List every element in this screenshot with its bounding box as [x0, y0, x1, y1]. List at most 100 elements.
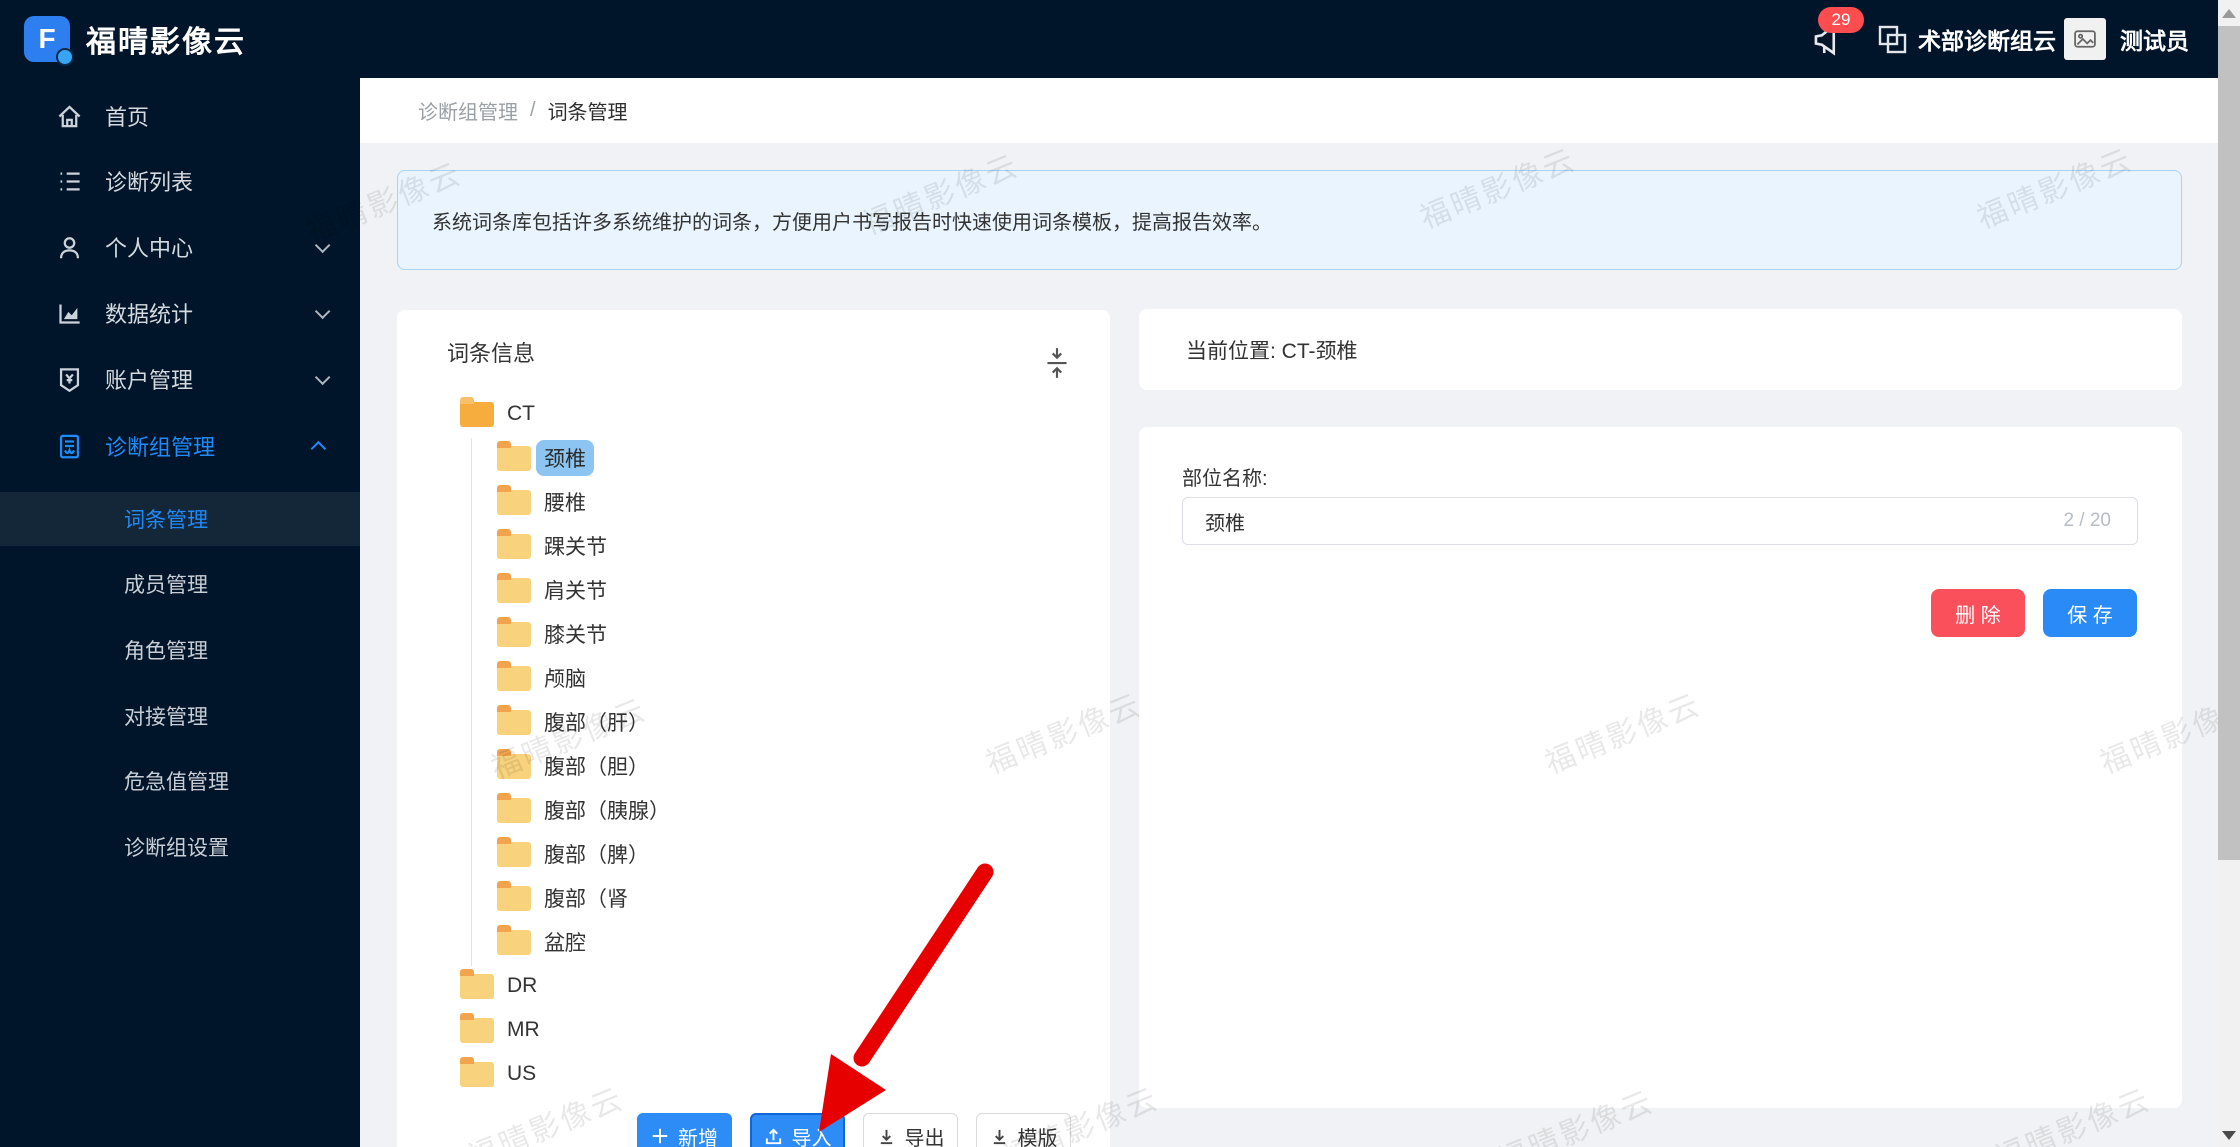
sidebar-subitem-member-management[interactable]: 成员管理 [0, 557, 360, 611]
current-location-text: 当前位置: CT-颈椎 [1186, 339, 1358, 363]
tree-node-label: 腹部（脾） [544, 844, 649, 867]
avatar-image-icon [2074, 30, 2096, 48]
breadcrumb-current: 词条管理 [547, 102, 628, 124]
tree-node-label: 腹部（肝） [544, 712, 649, 735]
folder-icon [497, 880, 531, 911]
sidebar-item-home[interactable]: 首页 [0, 83, 360, 149]
tree-node-abdomen-gallbladder[interactable]: 腹部（胆） [397, 746, 1110, 786]
tree-node-us[interactable]: US [397, 1054, 1110, 1094]
folder-icon [497, 748, 531, 779]
download-icon [880, 1129, 892, 1144]
chevron-down-icon [314, 303, 331, 319]
sidebar-subitem-term-management[interactable]: 词条管理 [0, 492, 360, 546]
char-counter: 2 / 20 [2063, 510, 2111, 531]
detail-form-card: 部位名称: 颈椎 2 / 20 删 除 保 存 [1139, 427, 2182, 1108]
sidebar-subitem-integration-management[interactable]: 对接管理 [0, 689, 360, 743]
folder-icon [497, 528, 531, 559]
sidebar-item-label: 个人中心 [105, 236, 194, 261]
org-switch-icon [1878, 25, 1907, 54]
tree-node-label: 腹部（胰腺） [544, 800, 670, 823]
folder-icon [497, 572, 531, 603]
tree-node-abdomen-kidney[interactable]: 腹部（肾 [397, 878, 1110, 918]
tree-node-abdomen-liver[interactable]: 腹部（肝） [397, 702, 1110, 742]
sidebar-subitem-label: 成员管理 [124, 574, 208, 597]
scroll-up-arrow[interactable] [2222, 9, 2236, 18]
tree-node-label: MR [507, 1018, 540, 1041]
chevron-down-icon [314, 237, 331, 253]
folder-icon [497, 704, 531, 735]
app-logo-icon: F [24, 16, 74, 66]
folder-icon [497, 616, 531, 647]
export-button[interactable]: 导出 [863, 1113, 958, 1147]
home-icon [58, 104, 81, 127]
sidebar-item-label: 数据统计 [105, 302, 194, 327]
tree-node-label-selected: 颈椎 [536, 440, 594, 476]
tree-node-pelvis[interactable]: 盆腔 [397, 922, 1110, 962]
folder-icon [497, 660, 531, 691]
tree-node-brain[interactable]: 颅脑 [397, 658, 1110, 698]
sidebar-item-label: 诊断组管理 [105, 435, 216, 460]
org-switcher[interactable]: 术部诊断组云 [1876, 0, 2056, 78]
tree-node-abdomen-spleen[interactable]: 腹部（脾） [397, 834, 1110, 874]
notification-badge: 29 [1818, 7, 1864, 33]
tree-node-knee[interactable]: 膝关节 [397, 614, 1110, 654]
sidebar-subitem-role-management[interactable]: 角色管理 [0, 623, 360, 677]
tree-node-ct[interactable]: CT [397, 394, 1110, 434]
sidebar-item-label: 首页 [105, 105, 150, 130]
sidebar-subitem-label: 对接管理 [124, 706, 208, 729]
delete-button-label: 删 除 [1955, 604, 2001, 627]
tree-node-dr[interactable]: DR [397, 966, 1110, 1006]
delete-button[interactable]: 删 除 [1931, 589, 2025, 637]
tree-node-ankle[interactable]: 踝关节 [397, 526, 1110, 566]
sidebar-item-personal-center[interactable]: 个人中心 [0, 214, 360, 280]
collapse-vertical-icon[interactable] [1045, 346, 1069, 385]
term-info-panel: 词条信息 CT 颈椎 腰椎 踝关节 肩关节 膝关节 颅脑 腹部（肝） 腹部（胆）… [397, 310, 1110, 1147]
sidebar-item-account[interactable]: 账户管理 [0, 346, 360, 412]
import-button-label: 导入 [791, 1127, 832, 1147]
folder-icon [460, 396, 494, 427]
user-menu[interactable]: 测试员 [2064, 0, 2189, 78]
sidebar-item-statistics[interactable]: 数据统计 [0, 280, 360, 346]
sidebar-item-diagnosis-group[interactable]: 诊断组管理 [0, 413, 360, 479]
tree-node-lumbar[interactable]: 腰椎 [397, 482, 1110, 522]
template-button[interactable]: 模版 [976, 1113, 1071, 1147]
tree-node-mr[interactable]: MR [397, 1010, 1110, 1050]
save-button[interactable]: 保 存 [2043, 589, 2137, 637]
tree-node-label: 肩关节 [544, 580, 607, 603]
tree-node-label: CT [507, 402, 535, 425]
scrollbar-thumb[interactable] [2218, 26, 2240, 860]
chevron-up-icon [310, 440, 327, 456]
account-yen-icon [59, 367, 80, 392]
sidebar-subitem-group-settings[interactable]: 诊断组设置 [0, 820, 360, 874]
folder-icon [460, 968, 494, 999]
sidebar-subitem-label: 角色管理 [124, 640, 208, 663]
folder-icon [497, 440, 531, 471]
import-button[interactable]: 导入 [750, 1113, 845, 1147]
tree-node-label: 膝关节 [544, 624, 607, 647]
breadcrumb-separator: / [530, 99, 536, 121]
org-name: 术部诊断组云 [1918, 28, 2056, 54]
folder-icon [497, 484, 531, 515]
upload-icon [765, 1128, 781, 1144]
sidebar-item-diagnosis-list[interactable]: 诊断列表 [0, 148, 360, 214]
app-logo[interactable]: F 福晴影像云 [24, 16, 246, 66]
tree-actions: 新增 导入 导出 模版 [637, 1113, 1071, 1147]
folder-icon [497, 924, 531, 955]
info-banner: 系统词条库包括许多系统维护的词条，方便用户书写报告时快速使用词条模板，提高报告效… [397, 170, 2182, 270]
tree-node-label: 踝关节 [544, 536, 607, 559]
breadcrumb-parent[interactable]: 诊断组管理 [418, 96, 518, 125]
tree-node-abdomen-pancreas[interactable]: 腹部（胰腺） [397, 790, 1110, 830]
chart-icon [59, 304, 80, 324]
part-name-input[interactable]: 颈椎 2 / 20 [1182, 497, 2138, 545]
plus-icon [652, 1128, 668, 1144]
sidebar: 首页 诊断列表 个人中心 数据统计 账户管理 诊断组管理 词条管理 成员管理 角… [0, 78, 360, 1147]
sidebar-subitem-critical-value-management[interactable]: 危急值管理 [0, 754, 360, 808]
tree-node-label: 颅脑 [544, 668, 586, 691]
add-button[interactable]: 新增 [637, 1113, 732, 1147]
app-title: 福晴影像云 [86, 26, 246, 59]
scroll-down-arrow[interactable] [2222, 1131, 2236, 1140]
folder-icon [497, 792, 531, 823]
folder-icon [497, 836, 531, 867]
tree-node-shoulder[interactable]: 肩关节 [397, 570, 1110, 610]
tree-node-cervical-selected[interactable]: 颈椎 [397, 438, 1110, 478]
